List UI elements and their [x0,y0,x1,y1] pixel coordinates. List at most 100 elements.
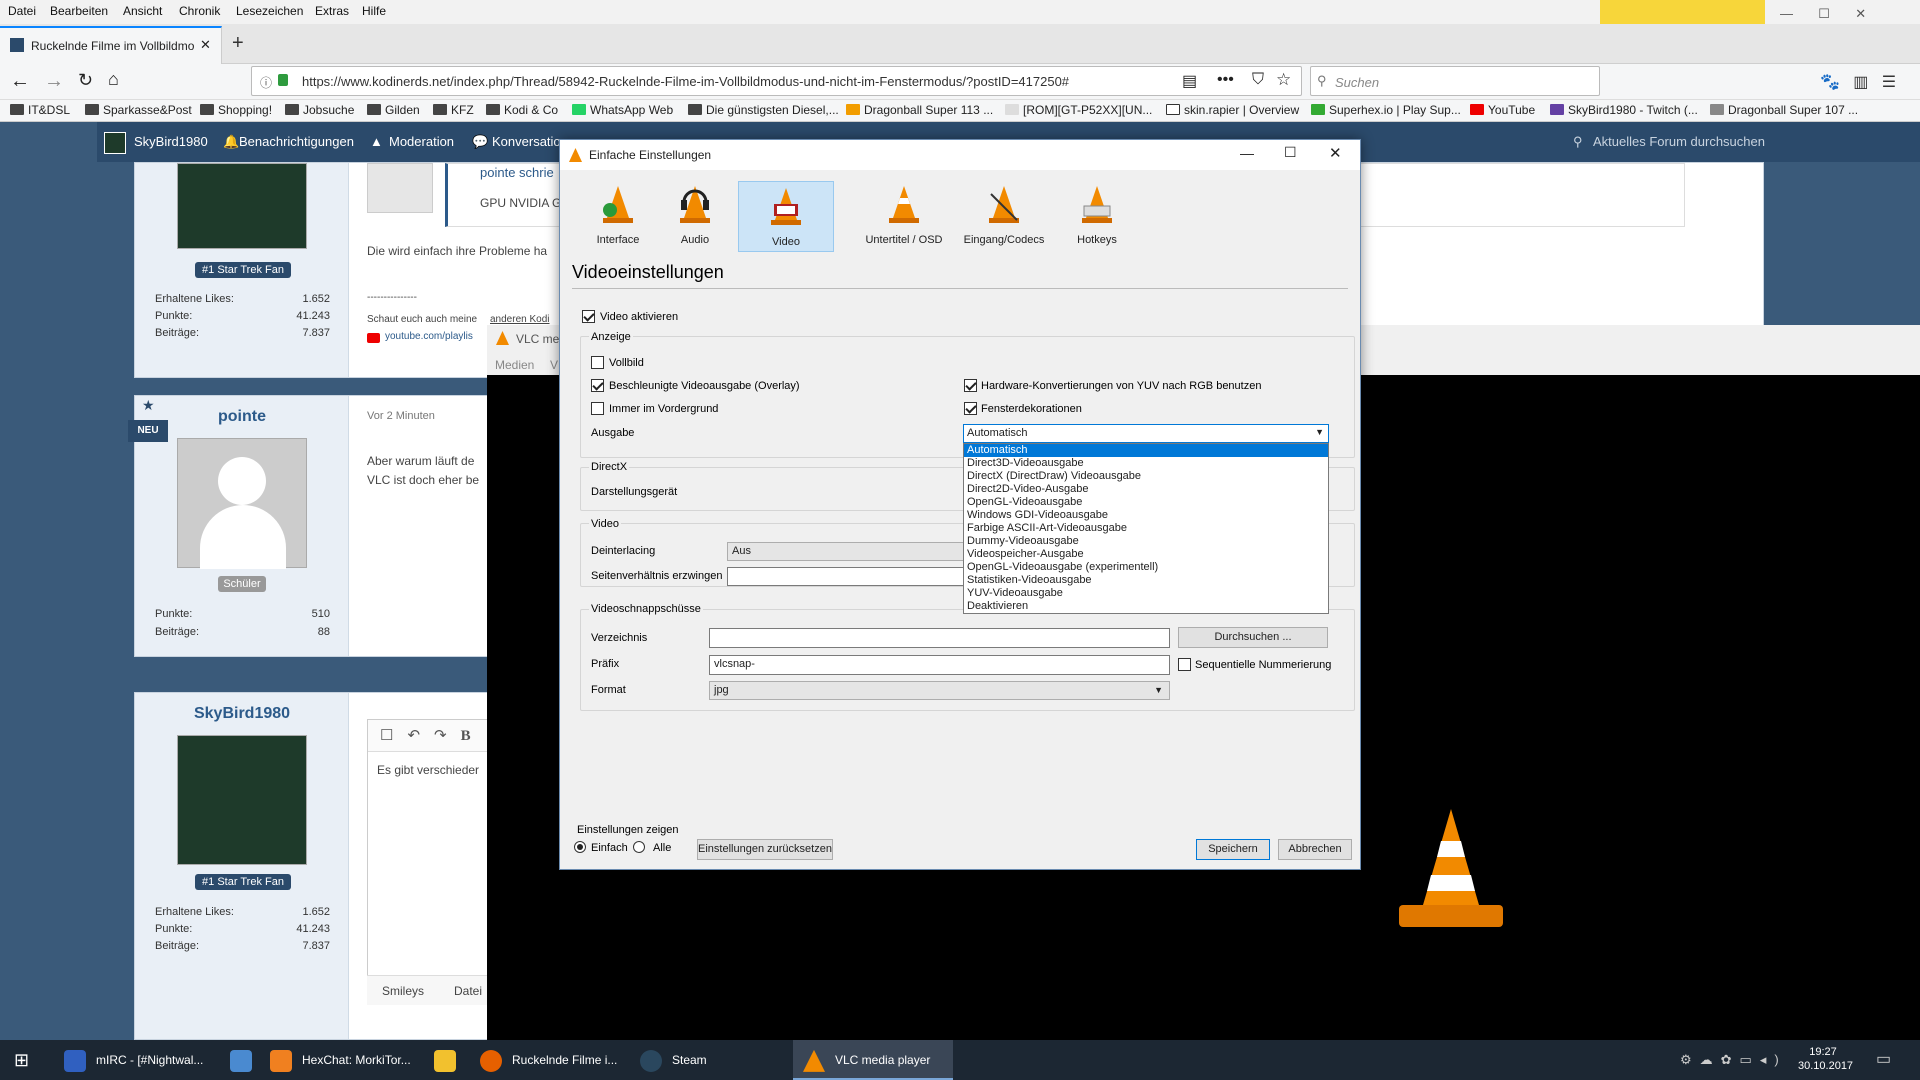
avatar[interactable] [177,735,307,865]
all-radio[interactable] [633,841,645,853]
dir-input[interactable] [709,628,1170,648]
bookmark-sparkasse[interactable]: Sparkasse&Post [85,103,192,117]
windows-start-icon[interactable]: ⊞ [14,1040,29,1080]
menu-hilfe[interactable]: Hilfe [362,4,386,18]
menu-bearbeiten[interactable]: Bearbeiten [50,4,108,18]
ontop-checkbox[interactable] [591,402,604,415]
bookmark-kodi[interactable]: Kodi & Co [486,103,558,117]
close-icon[interactable]: ✕ [1329,144,1342,162]
info-icon[interactable]: ⓘ [260,74,272,91]
bookmark-gilden[interactable]: Gilden [367,103,420,117]
bookmark-skin-rapier[interactable]: skin.rapier | Overview [1166,103,1299,117]
menu-extras[interactable]: Extras [315,4,349,18]
reader-view-icon[interactable]: ▤ [1182,71,1197,91]
reset-button[interactable]: Einstellungen zurücksetzen [697,839,833,860]
reload-icon[interactable]: ↻ [78,70,93,91]
pocket-icon[interactable]: ⛉ [1252,71,1264,89]
nav-username[interactable]: SkyBird1980 [134,134,208,149]
signature-link[interactable]: anderen Kodi [490,314,550,325]
menu-lesezeichen[interactable]: Lesezeichen [236,4,303,18]
taskbar-firefox[interactable]: Ruckelnde Filme i... [480,1040,630,1080]
decorations-checkbox[interactable] [964,402,977,415]
new-tab-icon[interactable]: + [232,32,244,55]
post-username[interactable]: SkyBird1980 [135,705,349,723]
bookmark-rom[interactable]: [ROM][GT-P52XX][UN... [1005,103,1152,117]
page-actions-icon[interactable]: ••• [1217,71,1234,89]
overlay-checkbox[interactable] [591,379,604,392]
window-controls[interactable]: — ☐ ✕ [1780,6,1920,21]
back-icon[interactable]: ← [10,70,30,93]
tab-datei[interactable]: Datei [454,984,482,998]
toolbar-icons[interactable]: 🐾 ▥ ☰ [1820,72,1920,92]
bookmark-jobsuche[interactable]: Jobsuche [285,103,354,117]
nav-notifications[interactable]: Benachrichtigungen [239,134,354,149]
bookmark-diesel[interactable]: Die günstigsten Diesel,... [688,103,839,117]
output-option[interactable]: Videospeicher-Ausgabe [964,548,1328,561]
aspect-input[interactable] [727,567,967,586]
category-audio[interactable]: Audio [660,180,730,250]
bookmark-kfz[interactable]: KFZ [433,103,474,117]
output-dropdown-list[interactable]: Automatisch Direct3D-Videoausgabe Direct… [963,443,1329,614]
output-select[interactable]: Automatisch ▼ [963,424,1329,443]
close-tab-icon[interactable]: ✕ [200,37,211,53]
avatar[interactable] [177,163,307,249]
output-option[interactable]: Automatisch [964,444,1328,457]
video-enable-checkbox[interactable] [582,310,595,323]
menu-datei[interactable]: Datei [8,4,36,18]
post-time[interactable]: Vor 2 Minuten [367,410,435,422]
output-option[interactable]: Windows GDI-Videoausgabe [964,509,1328,522]
bookmark-youtube[interactable]: YouTube [1470,103,1535,117]
fullscreen-checkbox[interactable] [591,356,604,369]
deinterlace-select[interactable]: Aus [727,542,967,561]
simple-radio[interactable] [574,841,586,853]
category-subtitles[interactable]: Untertitel / OSD [860,180,948,250]
output-option[interactable]: Direct2D-Video-Ausgabe [964,483,1328,496]
url-bar[interactable]: ⓘ https://www.kodinerds.net/index.php/Th… [251,66,1302,96]
editor-text[interactable]: Es gibt verschieder [377,763,479,777]
category-video[interactable]: Video [738,181,834,252]
post-username[interactable]: pointe [135,408,349,426]
format-select[interactable]: jpg ▼ [709,681,1170,700]
bookmark-dragonball-113[interactable]: Dragonball Super 113 ... [846,103,993,117]
bookmark-star-icon[interactable]: ☆ [1276,70,1291,90]
taskbar-explorer[interactable] [432,1040,472,1080]
browser-tab[interactable]: Ruckelnde Filme im Vollbildmo ✕ [0,26,222,64]
output-option[interactable]: Farbige ASCII-Art-Videoausgabe [964,522,1328,535]
yuv-checkbox[interactable] [964,379,977,392]
vlc-menu-medien[interactable]: Medien [495,358,534,372]
notification-icon[interactable]: ▭ [1876,1040,1891,1080]
tray-icons[interactable]: ⚙☁✿▭◂) [1680,1040,1787,1080]
bookmark-whatsapp[interactable]: WhatsApp Web [572,103,673,117]
bookmark-twitch[interactable]: SkyBird1980 - Twitch (... [1550,103,1698,117]
quote-author[interactable]: pointe schrie [480,165,554,180]
taskbar-hexchat[interactable]: HexChat: MorkiTor... [270,1040,420,1080]
prefix-input[interactable]: vlcsnap- [709,655,1170,675]
bookmark-superhex[interactable]: Superhex.io | Play Sup... [1311,103,1461,117]
maximize-icon[interactable]: ☐ [1284,144,1297,161]
signature-youtube-link[interactable]: youtube.com/playlis [385,331,473,342]
taskbar-app[interactable] [222,1040,262,1080]
clock[interactable]: 19:27 30.10.2017 [1798,1040,1853,1080]
output-option[interactable]: Statistiken-Videoausgabe [964,574,1328,587]
category-input-codecs[interactable]: Eingang/Codecs [960,180,1048,250]
bookmark-dragonball-107[interactable]: Dragonball Super 107 ... [1710,103,1858,117]
browse-button[interactable]: Durchsuchen ... [1178,627,1328,648]
vlc-menu-more[interactable]: V [550,358,558,372]
output-option[interactable]: Dummy-Videoausgabe [964,535,1328,548]
output-option[interactable]: YUV-Videoausgabe [964,587,1328,600]
menu-chronik[interactable]: Chronik [179,4,220,18]
menu-ansicht[interactable]: Ansicht [123,4,162,18]
nav-conversations[interactable]: Konversatio [492,134,561,149]
sequential-checkbox[interactable] [1178,658,1191,671]
save-button[interactable]: Speichern [1196,839,1270,860]
taskbar-steam[interactable]: Steam [640,1040,780,1080]
output-option[interactable]: Deaktivieren [964,600,1328,613]
output-option[interactable]: OpenGL-Videoausgabe (experimentell) [964,561,1328,574]
cancel-button[interactable]: Abbrechen [1278,839,1352,860]
minimize-icon[interactable]: — [1240,145,1254,161]
output-option[interactable]: Direct3D-Videoausgabe [964,457,1328,470]
bookmark-shopping[interactable]: Shopping! [200,103,272,117]
user-avatar[interactable] [104,132,126,154]
taskbar-mirc[interactable]: mIRC - [#Nightwal... [60,1040,206,1080]
home-icon[interactable]: ⌂ [108,69,119,90]
